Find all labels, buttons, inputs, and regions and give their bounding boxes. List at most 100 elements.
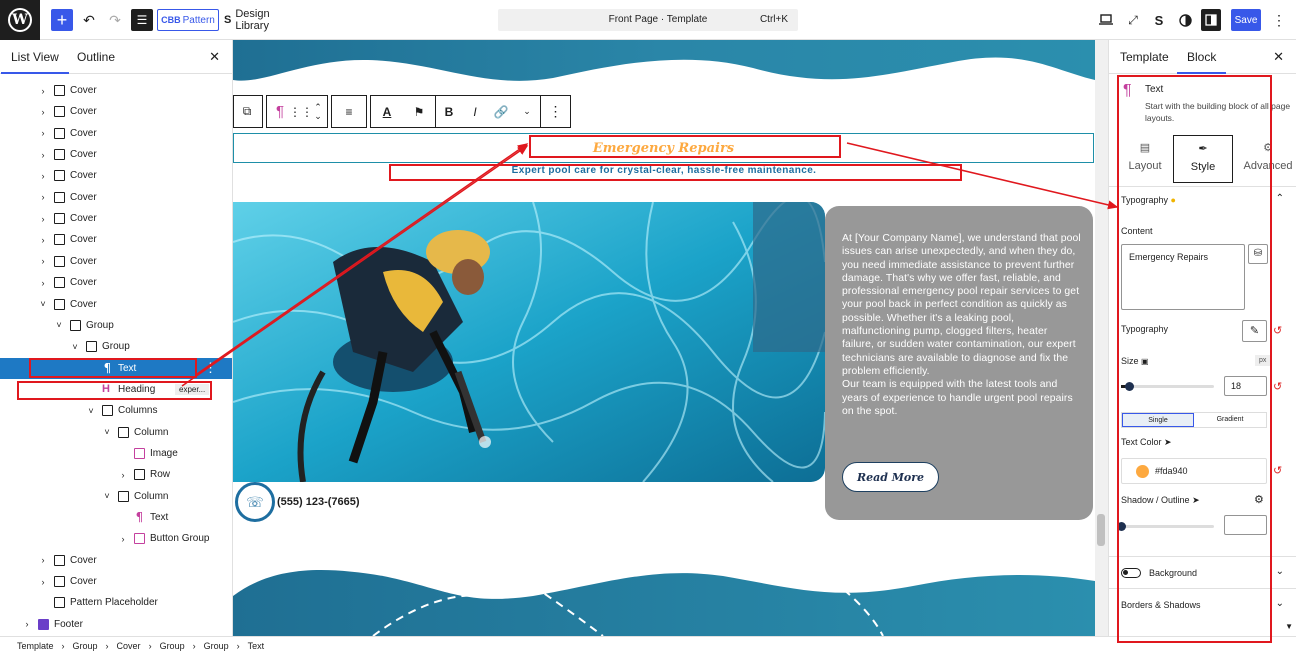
chevron-right-icon[interactable]: › — [38, 128, 48, 138]
tab-template[interactable]: Template — [1120, 50, 1169, 64]
drag-handle-icon[interactable]: ⋮⋮ — [289, 96, 313, 127]
link-icon[interactable]: 🔗 — [488, 96, 514, 127]
document-overview-icon[interactable]: ☰ — [131, 9, 153, 31]
list-item-cover[interactable]: › Cover — [0, 272, 232, 293]
chevron-down-icon[interactable]: ˅ — [102, 427, 112, 437]
tab-outline[interactable]: Outline — [77, 50, 115, 64]
chevron-down-icon[interactable]: ⌄ — [1276, 566, 1284, 577]
list-item-pattern-placeholder[interactable]: Pattern Placeholder — [0, 592, 232, 613]
list-item-group[interactable]: ˅ Group — [0, 315, 232, 336]
desktop-preview-icon[interactable] — [1097, 9, 1115, 31]
scroll-down-icon[interactable]: ▼ — [1285, 622, 1293, 631]
chevron-right-icon[interactable]: › — [38, 214, 48, 224]
size-slider[interactable] — [1121, 382, 1214, 391]
borders-shadows-label[interactable]: Borders & Shadows — [1121, 600, 1201, 610]
chevron-right-icon[interactable]: › — [118, 470, 128, 480]
wordpress-logo-icon[interactable]: W — [0, 0, 40, 40]
transform-icon[interactable]: ⧉ — [234, 96, 260, 127]
undo-icon[interactable]: ↶ — [80, 9, 98, 31]
chevron-down-icon[interactable]: ˅ — [54, 320, 64, 330]
text-color-icon[interactable]: A — [371, 96, 403, 127]
flag-icon[interactable]: ⚑ — [403, 96, 435, 127]
close-icon[interactable]: ✕ — [209, 49, 220, 65]
list-item-columns[interactable]: ˅ Columns — [0, 400, 232, 421]
chevron-right-icon[interactable]: › — [38, 86, 48, 96]
breadcrumb-item[interactable]: Template — [17, 641, 54, 651]
list-item-column[interactable]: ˅ Column — [0, 422, 232, 443]
redo-icon[interactable]: ↷ — [106, 9, 124, 31]
chevron-down-icon[interactable]: ˅ — [70, 342, 80, 352]
options-menu-icon[interactable]: ⋮ — [1272, 9, 1286, 31]
chevron-down-icon[interactable]: ⌄ — [514, 96, 540, 127]
close-icon[interactable]: ✕ — [1273, 49, 1284, 65]
reset-size-icon[interactable]: ↺ — [1273, 380, 1282, 393]
chevron-right-icon[interactable]: › — [38, 107, 48, 117]
list-item-cover[interactable]: › Cover — [0, 229, 232, 250]
block-options-icon[interactable]: ⋮ — [540, 96, 570, 127]
tab-list-view[interactable]: List View — [1, 50, 69, 74]
breadcrumb-item[interactable]: Group — [73, 641, 98, 651]
content-textarea[interactable]: Emergency Repairs — [1121, 244, 1245, 310]
expert-pool-care-heading[interactable]: Expert pool care for crystal-clear, hass… — [233, 165, 1095, 176]
chevron-right-icon[interactable]: › — [38, 278, 48, 288]
list-item-column[interactable]: ˅ Column — [0, 486, 232, 507]
gear-icon[interactable]: ⚙ — [1254, 493, 1264, 506]
chevron-right-icon[interactable]: › — [38, 555, 48, 565]
chevron-down-icon[interactable]: ⌄ — [1276, 598, 1284, 609]
chevron-down-icon[interactable]: ˅ — [102, 491, 112, 501]
chevron-down-icon[interactable]: ˅ — [38, 299, 48, 309]
shadow-input[interactable] — [1224, 515, 1267, 535]
shadow-slider[interactable] — [1117, 522, 1214, 531]
list-item-cover[interactable]: › Cover — [0, 251, 232, 272]
background-toggle[interactable] — [1121, 568, 1141, 578]
list-item-cover[interactable]: › Cover — [0, 187, 232, 208]
gradient-toggle[interactable]: Gradient — [1194, 413, 1266, 427]
emergency-repairs-text[interactable]: Emergency Repairs — [233, 133, 1094, 163]
breadcrumb-item[interactable]: Group — [160, 641, 185, 651]
editor-canvas[interactable]: ⧉ ¶ ⋮⋮ ⌃ ⌄ ≡ A ⚑ B I 🔗 ⌄ ⋮ Emergency Repa… — [233, 40, 1095, 636]
tab-advanced[interactable]: ⚙ Advanced — [1237, 135, 1296, 183]
list-item-image[interactable]: Image — [0, 443, 232, 464]
add-block-button[interactable]: + — [51, 9, 73, 31]
size-input[interactable]: 18 — [1224, 376, 1267, 396]
chevron-right-icon[interactable]: › — [22, 619, 32, 629]
list-item-heading[interactable]: H Heading exper... — [0, 379, 232, 400]
breadcrumb-item[interactable]: Group — [204, 641, 229, 651]
command-palette[interactable]: Front Page · Template Ctrl+K — [498, 9, 798, 31]
pattern-button[interactable]: CBB Pattern — [157, 9, 219, 31]
move-up-down-icon[interactable]: ⌃ ⌄ — [309, 96, 327, 127]
pencil-icon[interactable]: ✎ — [1242, 320, 1267, 342]
chevron-down-icon[interactable]: ˅ — [86, 406, 96, 416]
tab-block[interactable]: Block — [1176, 50, 1227, 74]
list-item-cover[interactable]: › Cover — [0, 208, 232, 229]
chevron-right-icon[interactable]: › — [38, 171, 48, 181]
chevron-right-icon[interactable]: › — [118, 534, 128, 544]
text-color-picker[interactable]: #fda940 — [1121, 458, 1267, 484]
list-item-group[interactable]: ˅ Group — [0, 336, 232, 357]
chevron-right-icon[interactable]: › — [38, 150, 48, 160]
list-item-cover[interactable]: › Cover — [0, 550, 232, 571]
style-contrast-icon[interactable] — [1176, 9, 1194, 31]
list-item-cover[interactable]: › Cover — [0, 123, 232, 144]
chevron-right-icon[interactable]: › — [38, 192, 48, 202]
chevron-right-icon[interactable]: › — [38, 577, 48, 587]
spectra-icon[interactable]: S — [1150, 9, 1168, 31]
breadcrumb-item[interactable]: Text — [248, 641, 265, 651]
chevron-up-icon[interactable]: ⌃ — [1276, 193, 1284, 204]
italic-icon[interactable]: I — [462, 96, 488, 127]
card-paragraph[interactable]: At [Your Company Name], we understand th… — [842, 232, 1082, 418]
reset-typography-icon[interactable]: ↺ — [1273, 324, 1282, 337]
typography-section-title[interactable]: Typography ● — [1121, 195, 1176, 205]
list-item-button-group[interactable]: › Button Group — [0, 528, 232, 549]
list-item-cover[interactable]: › Cover — [0, 101, 232, 122]
tab-style[interactable]: ✒ Style — [1173, 135, 1233, 183]
list-item-text[interactable]: ¶ Text — [0, 507, 232, 528]
list-item-text[interactable]: ¶ Text ⋮ — [0, 357, 232, 379]
bold-icon[interactable]: B — [436, 96, 462, 127]
scrollbar-thumb[interactable] — [1097, 514, 1105, 546]
settings-sidebar-icon[interactable] — [1201, 9, 1221, 31]
item-options-icon[interactable]: ⋮ — [204, 360, 217, 376]
fullscreen-icon[interactable]: ⤢ — [1124, 9, 1142, 31]
list-item-cover[interactable]: › Cover — [0, 165, 232, 186]
list-item-cover[interactable]: › Cover — [0, 80, 232, 101]
